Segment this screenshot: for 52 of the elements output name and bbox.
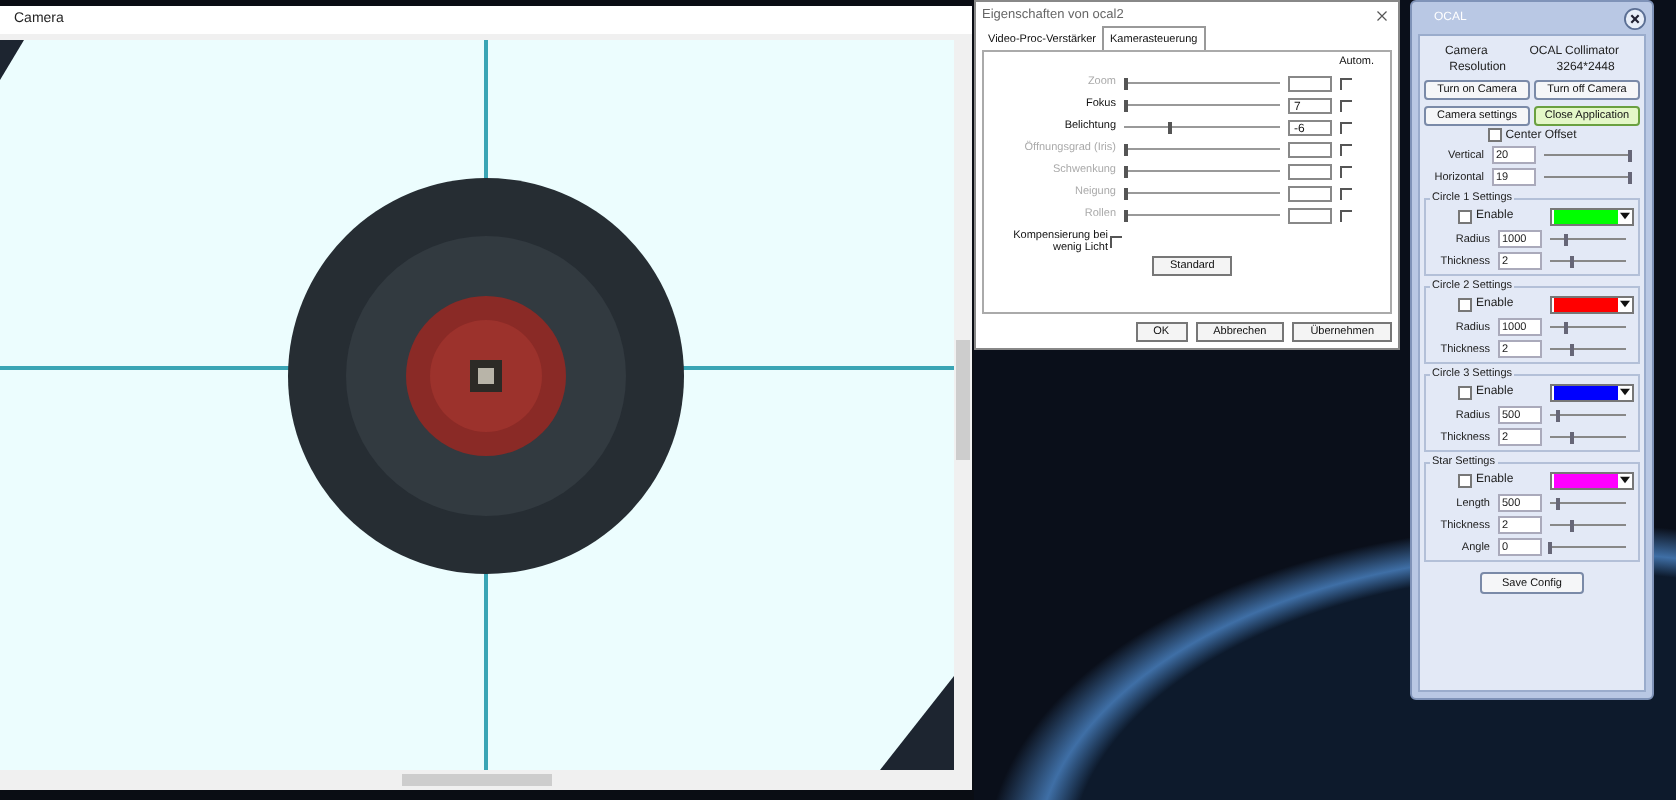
slider-thumb[interactable] <box>1570 255 1575 267</box>
slider[interactable] <box>1124 187 1280 199</box>
slider[interactable] <box>1550 541 1626 553</box>
slider-thumb[interactable] <box>1570 343 1575 355</box>
slider-thumb[interactable] <box>1167 121 1172 133</box>
slider-thumb[interactable] <box>1627 149 1632 161</box>
checkbox[interactable] <box>1458 297 1472 311</box>
slider-thumb[interactable] <box>1570 431 1575 443</box>
slider[interactable] <box>1124 121 1280 133</box>
slider[interactable] <box>1550 431 1626 443</box>
close-icon[interactable] <box>1376 9 1388 21</box>
color-dropdown[interactable] <box>1550 471 1634 489</box>
value-field[interactable] <box>1288 141 1332 157</box>
close-icon[interactable] <box>1624 7 1646 29</box>
slider-thumb[interactable] <box>1563 233 1568 245</box>
checkbox[interactable] <box>1458 385 1472 399</box>
caret-icon <box>1620 212 1630 220</box>
low-light-checkbox[interactable] <box>1110 236 1122 248</box>
color-dropdown[interactable] <box>1550 207 1634 225</box>
slider[interactable] <box>1544 149 1632 161</box>
value-field[interactable] <box>1288 163 1332 179</box>
slider[interactable] <box>1550 343 1626 355</box>
slider-thumb[interactable] <box>1563 321 1568 333</box>
slider[interactable] <box>1550 497 1626 509</box>
slider-thumb[interactable] <box>1627 171 1632 183</box>
checkbox[interactable] <box>1487 128 1502 142</box>
auto-checkbox[interactable] <box>1340 121 1352 133</box>
color-dropdown[interactable] <box>1550 383 1634 401</box>
slider[interactable] <box>1550 519 1626 531</box>
slider[interactable] <box>1124 77 1280 89</box>
color-dropdown[interactable] <box>1550 295 1634 313</box>
value-field[interactable] <box>1288 75 1332 91</box>
checkbox[interactable] <box>1458 473 1472 487</box>
slider[interactable] <box>1550 321 1626 333</box>
slider-thumb[interactable] <box>1555 497 1560 509</box>
caret-icon <box>1620 388 1630 396</box>
caret-icon <box>1620 300 1630 308</box>
auto-checkbox[interactable] <box>1340 99 1352 111</box>
value-field[interactable] <box>1288 185 1332 201</box>
slider[interactable] <box>1550 409 1626 421</box>
slider-thumb[interactable] <box>1555 409 1560 421</box>
slider[interactable] <box>1124 99 1280 111</box>
slider[interactable] <box>1124 209 1280 221</box>
slider[interactable] <box>1550 233 1626 245</box>
slider[interactable] <box>1124 165 1280 177</box>
value-field[interactable] <box>1288 207 1332 223</box>
slider[interactable] <box>1550 255 1626 267</box>
slider[interactable] <box>1124 143 1280 155</box>
checkbox[interactable] <box>1458 209 1472 223</box>
caret-icon <box>1620 476 1630 484</box>
slider[interactable] <box>1544 171 1632 183</box>
slider-thumb[interactable] <box>1570 519 1575 531</box>
